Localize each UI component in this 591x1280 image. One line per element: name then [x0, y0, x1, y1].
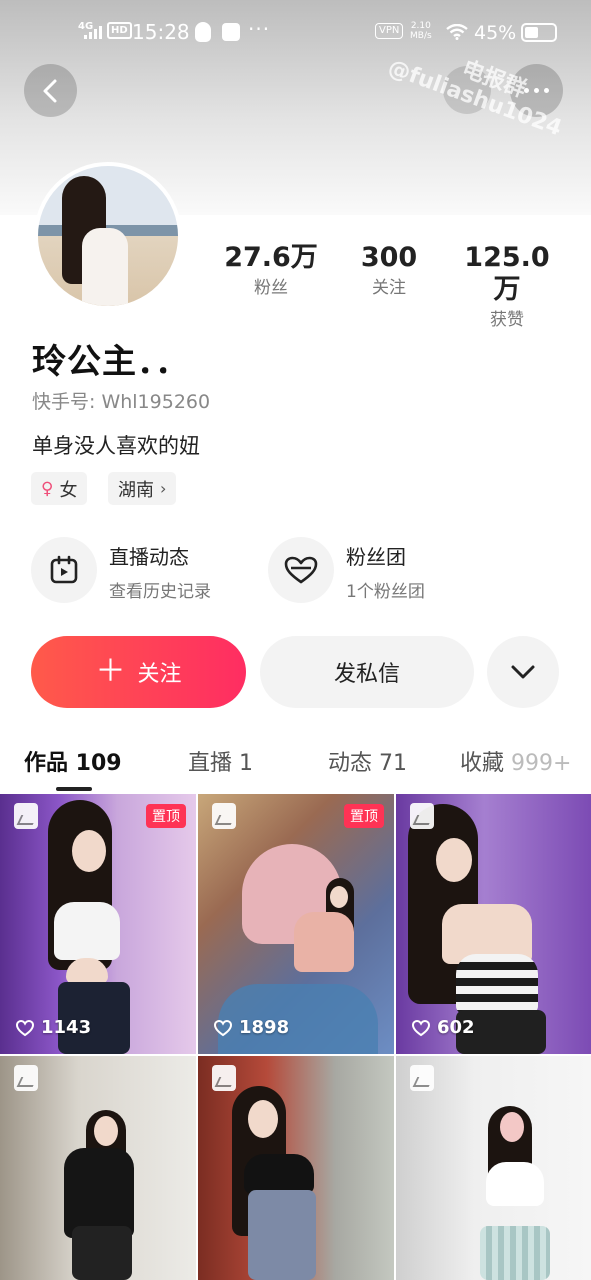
- posts-grid: 置顶 1143 置顶 1898 602: [0, 794, 591, 1280]
- calendar-play-icon: [31, 537, 97, 603]
- tab-favorites[interactable]: 收藏 999+: [460, 745, 571, 777]
- stat-followers[interactable]: 27.6万 粉丝: [216, 242, 326, 300]
- profile-bio: 单身没人喜欢的妞: [32, 434, 200, 458]
- chevron-down-icon: [511, 665, 535, 679]
- message-label: 发私信: [333, 662, 400, 687]
- like-count: 1898: [213, 1017, 289, 1038]
- post-tile[interactable]: [198, 1056, 394, 1280]
- heart-icon: [213, 1019, 233, 1036]
- post-tile[interactable]: 置顶 1143: [0, 794, 196, 1054]
- kuaishou-id[interactable]: 快手号: Whl195260: [32, 387, 210, 414]
- plus-icon: ＋: [95, 654, 126, 689]
- more-notifications-icon: ···: [248, 17, 271, 41]
- chevron-left-icon: [43, 79, 56, 102]
- like-count: 1143: [15, 1017, 91, 1038]
- stat-label: 关注: [372, 278, 406, 298]
- notification-app-icon: [222, 23, 240, 41]
- tab-moments[interactable]: 动态 71: [328, 745, 407, 777]
- pinned-badge: 置顶: [146, 804, 186, 828]
- stat-value: 27.6万: [224, 242, 318, 273]
- location-tag[interactable]: 湖南 ›: [108, 472, 177, 505]
- image-post-icon: [410, 1065, 434, 1091]
- stat-value: 300: [360, 242, 418, 273]
- more-actions-button[interactable]: [487, 636, 559, 708]
- post-tile[interactable]: [0, 1056, 196, 1280]
- follow-label: 关注: [137, 662, 182, 687]
- female-icon: ♀: [41, 478, 54, 499]
- more-options-button[interactable]: [510, 64, 563, 117]
- post-tile[interactable]: 602: [396, 794, 591, 1054]
- hd-badge: HD: [107, 22, 132, 39]
- image-post-icon: [212, 803, 236, 829]
- battery-percent: 45%: [474, 22, 517, 44]
- stat-value: 125.0万: [464, 242, 550, 305]
- heart-icon: [411, 1019, 431, 1036]
- profile-name: 玲公主．．: [32, 342, 190, 382]
- signal-icon: [84, 26, 102, 39]
- battery-level: [525, 27, 538, 38]
- like-count: 602: [411, 1017, 475, 1038]
- feature-subtitle: 查看历史记录: [109, 582, 211, 602]
- active-tab-indicator: [56, 787, 92, 791]
- stat-following[interactable]: 300 关注: [334, 242, 444, 300]
- location-label: 湖南: [118, 479, 154, 501]
- wifi-icon: [446, 24, 468, 40]
- image-post-icon: [14, 1065, 38, 1091]
- post-tile[interactable]: 置顶 1898: [198, 794, 394, 1054]
- network-speed: 2.10 MB/s: [410, 21, 432, 41]
- feature-title: 直播动态: [109, 545, 189, 569]
- back-button[interactable]: [24, 64, 77, 117]
- gender-tag: ♀ 女: [31, 472, 88, 505]
- message-button[interactable]: 发私信: [260, 636, 474, 708]
- pinned-badge: 置顶: [344, 804, 384, 828]
- vpn-badge: VPN: [375, 23, 404, 39]
- stat-likes[interactable]: 125.0万 获赞: [452, 242, 562, 332]
- fan-club-entry[interactable]: 粉丝团 1个粉丝团: [268, 537, 468, 607]
- live-history-entry[interactable]: 直播动态 查看历史记录: [31, 537, 251, 607]
- qq-icon: [195, 22, 211, 42]
- tab-count: 999+: [511, 751, 572, 776]
- clock: 15:28: [132, 20, 190, 44]
- image-post-icon: [14, 803, 38, 829]
- battery-icon: [521, 23, 557, 42]
- stat-label: 获赞: [490, 310, 524, 330]
- chevron-right-icon: ›: [160, 479, 167, 498]
- image-post-icon: [410, 803, 434, 829]
- feature-title: 粉丝团: [346, 545, 406, 569]
- post-tile[interactable]: [396, 1056, 591, 1280]
- follow-button[interactable]: ＋ 关注: [31, 636, 246, 708]
- heart-badge-icon: [268, 537, 334, 603]
- avatar-figure: [82, 228, 128, 306]
- tab-label: 收藏: [460, 751, 511, 776]
- heart-icon: [15, 1019, 35, 1036]
- gender-label: 女: [59, 479, 78, 501]
- tab-works[interactable]: 作品 109: [24, 745, 122, 777]
- stat-label: 粉丝: [254, 278, 288, 298]
- tab-live[interactable]: 直播 1: [188, 745, 253, 777]
- image-post-icon: [212, 1065, 236, 1091]
- avatar[interactable]: [34, 162, 182, 310]
- search-button[interactable]: [443, 66, 491, 114]
- feature-subtitle: 1个粉丝团: [346, 582, 425, 602]
- status-bar: 4G HD 15:28 ··· VPN 2.10 MB/s 45%: [0, 0, 591, 64]
